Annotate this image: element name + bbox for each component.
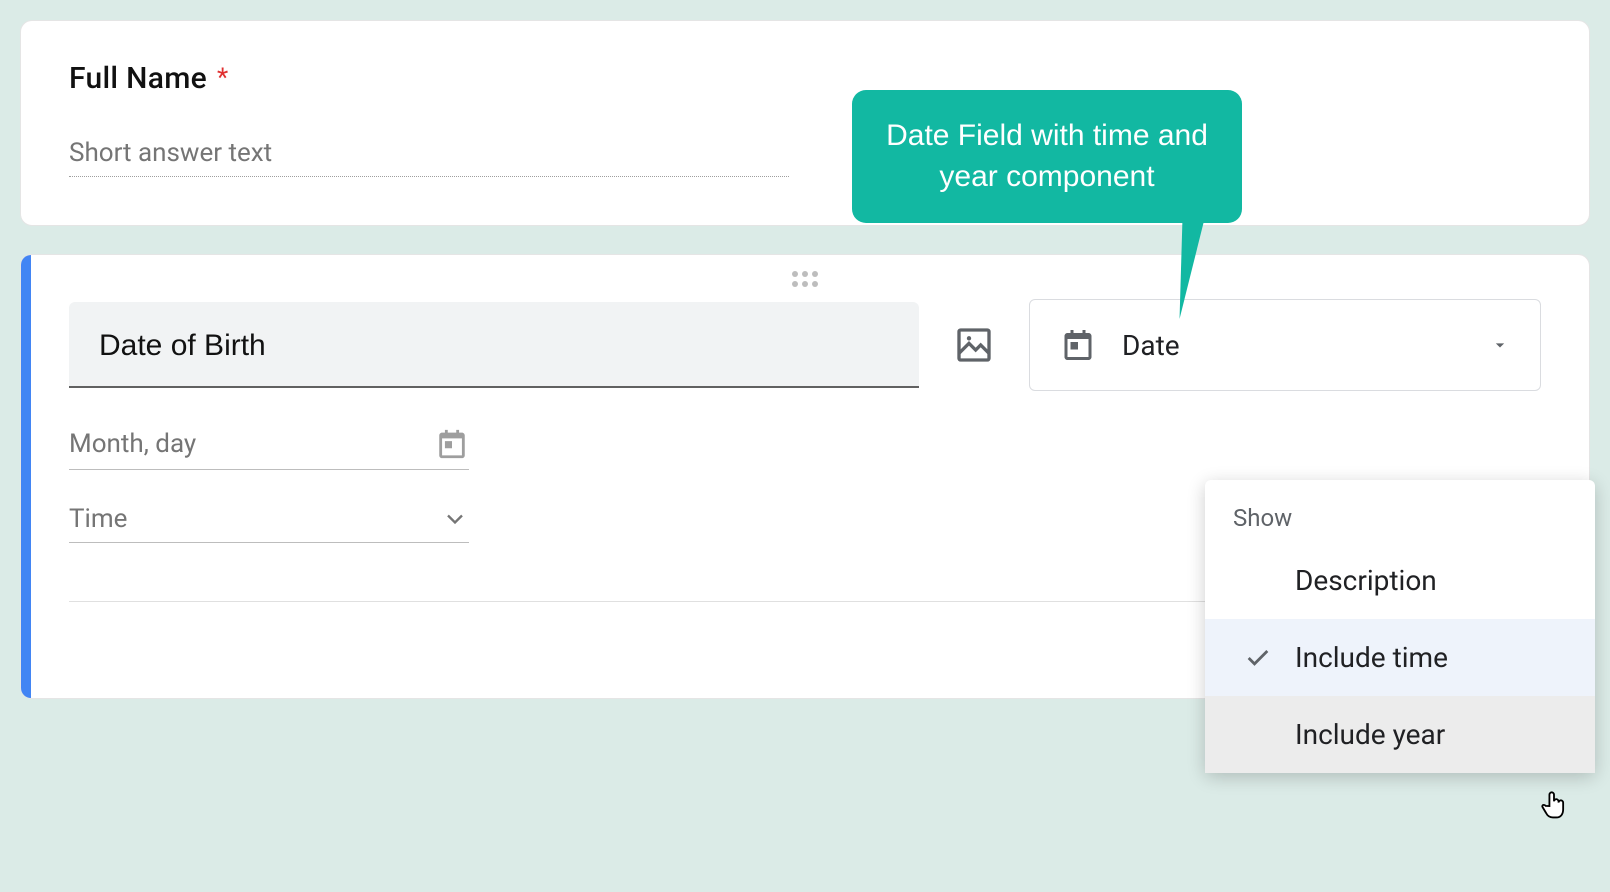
menu-item-include-time[interactable]: Include time (1205, 619, 1595, 696)
question-options-menu: Show Description Include time Include ye… (1205, 480, 1595, 773)
menu-item-label: Include year (1295, 718, 1445, 751)
callout-text: Date Field with time and year component (886, 119, 1208, 193)
short-answer-placeholder: Short answer text (69, 138, 789, 177)
menu-item-label: Include time (1295, 641, 1448, 674)
add-image-button[interactable] (947, 318, 1001, 372)
date-icon (1060, 327, 1096, 363)
question-type-select[interactable]: Date (1029, 299, 1541, 391)
menu-header: Show (1205, 498, 1595, 542)
question-title-input[interactable] (97, 328, 891, 364)
menu-item-include-year[interactable]: Include year (1205, 696, 1595, 773)
question-card-fullname: Full Name * Short answer text (20, 20, 1590, 226)
image-icon (954, 325, 994, 365)
date-answer-field[interactable]: Month, day (69, 427, 469, 470)
check-icon (1231, 644, 1285, 672)
drag-handle-icon[interactable] (69, 269, 1541, 293)
menu-item-label: Description (1295, 564, 1437, 597)
question-title-input-wrap[interactable] (69, 302, 919, 388)
question-title: Full Name (69, 61, 207, 96)
required-star: * (217, 63, 228, 93)
calendar-icon (435, 427, 469, 461)
annotation-callout: Date Field with time and year component (852, 90, 1242, 223)
chevron-down-icon (441, 505, 469, 533)
pointer-cursor-icon (1540, 790, 1568, 822)
question-type-label: Date (1122, 329, 1464, 362)
caret-down-icon (1490, 335, 1510, 355)
date-placeholder: Month, day (69, 429, 435, 459)
time-answer-field[interactable]: Time (69, 504, 469, 543)
time-placeholder: Time (69, 504, 441, 534)
menu-item-description[interactable]: Description (1205, 542, 1595, 619)
